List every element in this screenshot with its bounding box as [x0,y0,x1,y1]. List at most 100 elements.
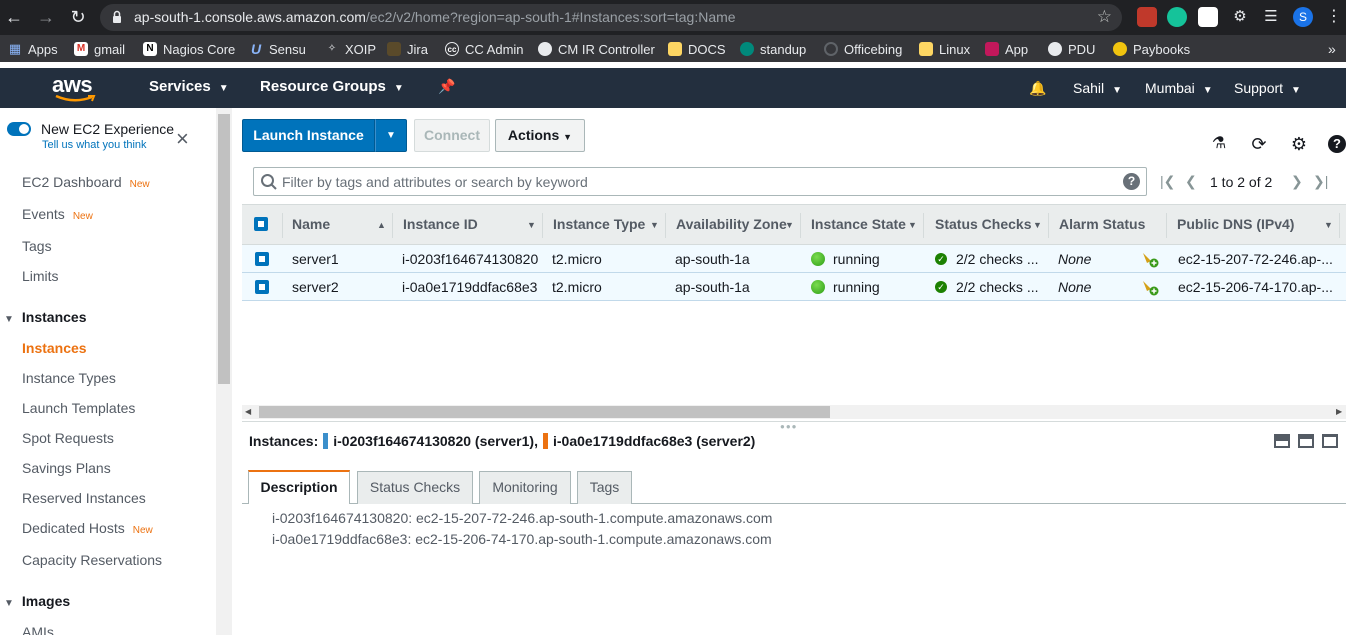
kebab-menu-icon[interactable]: ⋮ [1326,7,1342,27]
new-experience-toggle[interactable] [7,122,31,136]
bookmark-linux[interactable]: Linux [919,40,970,58]
profile-avatar[interactable]: S [1293,7,1313,27]
sidebar-item-spot-requests[interactable]: Spot Requests [22,430,114,446]
cell-status-checks[interactable]: 2/2 checks ... [956,279,1038,295]
sort-ascending-icon[interactable]: ▲ [377,220,386,230]
feedback-link[interactable]: Tell us what you think [42,139,147,151]
column-header-public-dns[interactable]: Public DNS (IPv4) [1177,216,1294,232]
bookmark-standup[interactable]: standup [740,40,806,58]
playlist-icon[interactable]: ☰ [1261,7,1281,27]
support-menu[interactable]: Support ▼ [1234,80,1301,96]
bell-icon[interactable]: 🔔 [1029,80,1046,97]
services-menu[interactable]: Services ▼ [149,78,229,95]
panel-layout-full-icon[interactable] [1322,434,1338,448]
panel-layout-bottom-icon[interactable] [1274,434,1290,448]
gear-icon[interactable]: ⚙ [1289,134,1309,154]
extension-v-icon[interactable] [1198,7,1218,27]
launch-dropdown-button[interactable]: ▼ [375,119,407,152]
actions-button[interactable]: Actions ▼ [495,119,585,152]
bookmark-gmail[interactable]: Mgmail [74,40,125,58]
more-bookmarks-icon[interactable]: » [1328,40,1336,58]
sidebar-item-instance-types[interactable]: Instance Types [22,370,116,386]
bookmark-officebing[interactable]: Officebing [824,40,902,58]
sidebar-item-reserved-instances[interactable]: Reserved Instances [22,490,146,506]
puzzle-icon[interactable]: ⚙ [1230,7,1250,27]
column-caret-icon[interactable]: ▼ [908,220,917,230]
bookmark-app[interactable]: App [985,40,1028,58]
sidebar-item-events[interactable]: Events New [22,206,93,222]
pin-icon[interactable]: 📌 [438,78,455,95]
select-all-checkbox[interactable] [254,217,268,231]
filter-help-icon[interactable]: ? [1123,173,1140,190]
create-alarm-icon[interactable] [1140,249,1160,269]
panel-layout-half-icon[interactable] [1298,434,1314,448]
prev-page-icon[interactable]: ❮ [1185,173,1197,190]
close-icon[interactable]: × [176,128,189,150]
cell-status-checks[interactable]: 2/2 checks ... [956,251,1038,267]
sidebar-section-images[interactable]: ▼ Images [4,593,70,609]
bookmark-xoip[interactable]: ✧ XOIP [325,40,376,58]
connect-button[interactable]: Connect [414,119,490,152]
first-page-icon[interactable]: |❮ [1160,173,1175,190]
grammarly-icon[interactable] [1167,7,1187,27]
bookmark-sensu[interactable]: U Sensu [249,40,306,58]
bookmark-docs[interactable]: DOCS [668,40,726,58]
sidebar-scroll-thumb[interactable] [218,114,230,384]
bookmark-paybooks[interactable]: Paybooks [1113,40,1190,58]
sidebar-item-dedicated-hosts[interactable]: Dedicated Hosts New [22,520,153,536]
sidebar-item-amis[interactable]: AMIs [22,624,54,635]
bookmark-cm-ir-controller[interactable]: CM IR Controller [538,40,655,58]
column-header-instance-type[interactable]: Instance Type [553,216,645,232]
column-caret-icon[interactable]: ▼ [650,220,659,230]
column-header-availability-zone[interactable]: Availability Zone [676,216,787,232]
bookmark-pdu[interactable]: PDU [1048,40,1095,58]
bookmark-star-icon[interactable]: ☆ [1097,7,1112,27]
sidebar-item-instances[interactable]: Instances [22,340,87,356]
last-page-icon[interactable]: ❯| [1313,173,1328,190]
row-checkbox[interactable] [255,252,269,266]
table-row[interactable]: server2 i-0a0e1719ddfac68e3 t2.micro ap-… [242,273,1346,301]
help-icon[interactable]: ? [1328,135,1346,153]
user-menu[interactable]: Sahil ▼ [1073,80,1122,96]
reload-icon[interactable]: ↻ [67,6,89,28]
column-caret-icon[interactable]: ▼ [1033,220,1042,230]
column-header-instance-state[interactable]: Instance State [811,216,906,232]
extension-icon[interactable] [1137,7,1157,27]
bookmark-apps[interactable]: ▦ Apps [8,40,58,58]
column-header-status-checks[interactable]: Status Checks [935,216,1031,232]
sidebar-item-savings-plans[interactable]: Savings Plans [22,460,111,476]
row-checkbox[interactable] [255,280,269,294]
next-page-icon[interactable]: ❯ [1291,173,1303,190]
sidebar-section-instances[interactable]: ▼ Instances [4,309,87,325]
tab-tags[interactable]: Tags [577,471,632,504]
table-row[interactable]: server1 i-0203f164674130820 t2.micro ap-… [242,245,1346,273]
column-header-instance-id[interactable]: Instance ID [403,216,478,232]
launch-instance-button[interactable]: Launch Instance [242,119,375,152]
resize-grip-icon[interactable]: ●●● [780,422,798,431]
back-arrow-icon[interactable]: ← [3,6,25,28]
sidebar-item-launch-templates[interactable]: Launch Templates [22,400,135,416]
column-caret-icon[interactable]: ▼ [785,220,794,230]
region-menu[interactable]: Mumbai ▼ [1145,80,1213,96]
resource-groups-menu[interactable]: Resource Groups ▼ [260,78,404,95]
flask-icon[interactable]: ⚗ [1209,134,1229,154]
sidebar-item-capacity-reservations[interactable]: Capacity Reservations [22,552,162,568]
scroll-right-icon[interactable]: ▶ [1336,405,1342,419]
sidebar-item-dashboard[interactable]: EC2 Dashboard New [22,174,150,190]
forward-arrow-icon[interactable]: → [35,6,57,28]
table-scroll-thumb[interactable] [259,406,830,418]
column-caret-icon[interactable]: ▼ [527,220,536,230]
bookmark-nagios[interactable]: N Nagios Core [143,40,235,58]
create-alarm-icon[interactable] [1140,277,1160,297]
refresh-icon[interactable]: ⟳ [1249,134,1269,154]
address-bar[interactable]: ap-south-1.console.aws.amazon.com/ec2/v2… [100,4,1122,31]
column-caret-icon[interactable]: ▼ [1324,220,1333,230]
sidebar-item-limits[interactable]: Limits [22,268,59,284]
column-header-name[interactable]: Name [292,216,330,232]
tab-status-checks[interactable]: Status Checks [357,471,473,504]
scroll-left-icon[interactable]: ◀ [245,405,251,419]
search-input[interactable] [282,171,1112,193]
bookmark-cc-admin[interactable]: cc CC Admin [445,40,524,58]
sidebar-item-tags[interactable]: Tags [22,238,52,254]
column-header-alarm-status[interactable]: Alarm Status [1059,216,1145,232]
